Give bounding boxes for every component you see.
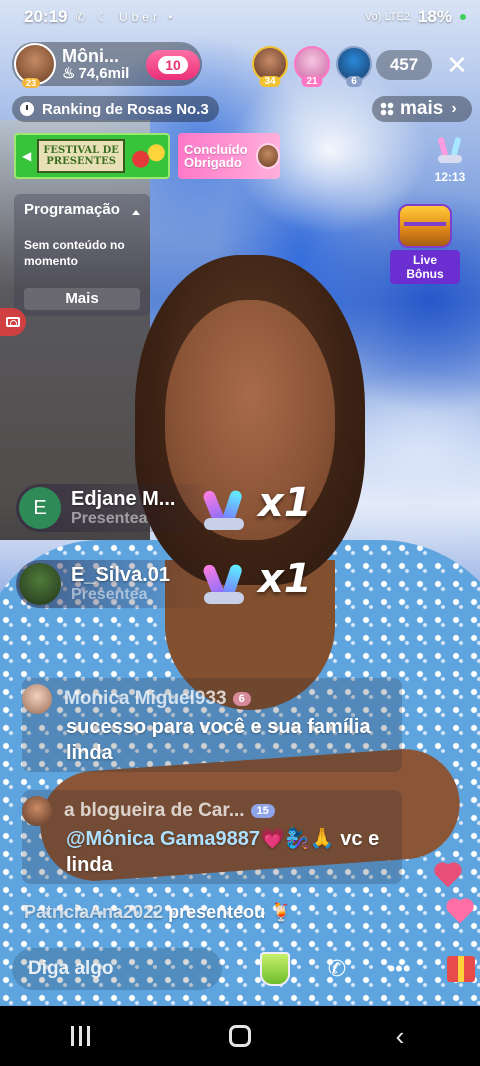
viewer-count[interactable]: 457 — [376, 50, 432, 80]
banner-avatar — [255, 143, 280, 169]
more-button[interactable]: mais › — [372, 96, 472, 122]
chat-mention[interactable]: @Mônica Gama9887 — [66, 828, 260, 850]
gifter-avatar[interactable]: E — [19, 487, 61, 529]
status-time: 20:19 — [24, 7, 68, 26]
follow-button[interactable]: 10 — [146, 50, 200, 80]
close-icon[interactable]: ✕ — [442, 50, 472, 80]
concluido-text: Concluído Obrigado — [184, 142, 248, 170]
recent-apps-button[interactable] — [50, 1016, 110, 1056]
host-likes: ♨ 74,6mil — [62, 64, 130, 82]
rabbit-icon — [438, 137, 462, 163]
ranking-label: Ranking de Rosas No.3 — [42, 100, 209, 118]
chat-text: @Mônica Gama9887💗🧞‍♀️🙏 vc e linda — [66, 828, 380, 876]
more-label: mais — [400, 98, 444, 119]
treasure-chest-icon — [398, 204, 452, 248]
gift-icon — [447, 956, 475, 982]
host-details: Môni... ♨ 74,6mil — [62, 45, 130, 82]
chat-username[interactable]: a blogueira de Car... — [64, 800, 245, 822]
host-avatar[interactable]: 23 — [14, 43, 56, 88]
follow-badge-count: 10 — [158, 56, 188, 74]
rabbit-timer[interactable]: 12:13 — [430, 135, 470, 184]
gifter-name: E_Silva.01 — [71, 564, 170, 587]
chat-avatar[interactable] — [22, 796, 52, 826]
cup-gift-icon: 🍹 — [270, 902, 293, 922]
gift-notification: E_Silva.01 Presentea — [16, 560, 221, 608]
chevron-right-icon: › — [451, 100, 457, 117]
program-more-button[interactable]: Mais — [24, 288, 140, 310]
host-name: Môni... — [62, 45, 119, 66]
wand-gift-icon — [196, 552, 252, 604]
status-right: Vo) LTE2 18% — [365, 7, 466, 27]
gift-multiplier: x1 — [258, 556, 312, 602]
home-icon — [229, 1025, 251, 1047]
gift-notification: E Edjane M... Presentea — [16, 484, 221, 532]
live-bonus[interactable]: Live Bônus — [390, 204, 460, 284]
gifts-icon — [129, 140, 168, 172]
bottom-actions: ✆ ••• — [254, 948, 480, 990]
user-level-badge: 6 — [232, 692, 251, 706]
user-level-badge: 15 — [250, 804, 275, 818]
recents-icon — [70, 1026, 90, 1046]
collapse-icon[interactable] — [132, 210, 140, 215]
privacy-dot-icon — [460, 14, 466, 20]
gifter-avatar[interactable] — [19, 563, 61, 605]
festival-sign: FESTIVAL DE PRESENTES — [37, 139, 126, 173]
program-content: Sem conteúdo no momento — [24, 238, 125, 268]
arrow-left-icon[interactable]: ◀ — [22, 149, 31, 163]
comment-input[interactable]: Diga algo — [12, 948, 222, 990]
flame-icon: ♨ — [62, 64, 76, 82]
program-title: Programação — [24, 202, 120, 218]
more-options-button[interactable]: ••• — [378, 948, 420, 990]
home-button[interactable] — [210, 1016, 270, 1056]
chat-text: sucesso para você e sua família linda — [66, 716, 371, 764]
call-button[interactable]: ✆ — [316, 948, 358, 990]
festival-banner[interactable]: ◀ FESTIVAL DE PRESENTES — [14, 133, 170, 179]
ellipsis-icon: ••• — [387, 956, 411, 981]
host-level-badge: 23 — [22, 78, 41, 88]
grid-icon — [380, 102, 394, 116]
viewer-avatar[interactable]: 34 — [252, 46, 288, 87]
gift-action: Presentea — [71, 510, 148, 528]
notification-icons: ✆ ☾ Uber • — [75, 10, 177, 24]
status-bar: 20:19 ✆ ☾ Uber • Vo) LTE2 18% — [0, 0, 480, 34]
gift-cup-button[interactable] — [254, 948, 296, 990]
chat-username[interactable]: Monica Miguel933 — [64, 688, 227, 710]
chat-message[interactable]: a blogueira de Car... 15 @Mônica Gama988… — [22, 790, 402, 884]
gift-button[interactable] — [440, 948, 480, 990]
top-viewers: 34 21 6 — [252, 46, 372, 87]
system-username[interactable]: PatriciaAna2022 — [24, 902, 163, 922]
gift-text: Edjane M... Presentea — [71, 488, 175, 528]
battery-level: 18% — [417, 7, 452, 26]
clock-icon — [20, 102, 34, 116]
back-button[interactable]: ‹ — [370, 1016, 430, 1056]
timer-text: 12:13 — [434, 170, 466, 184]
viewer-avatar[interactable]: 21 — [294, 46, 330, 87]
chat-message[interactable]: Monica Miguel933 6 sucesso para você e s… — [22, 678, 402, 772]
ranking-pill[interactable]: Ranking de Rosas No.3 — [12, 96, 219, 122]
cup-icon — [260, 952, 290, 986]
viewer-avatar[interactable]: 6 — [336, 46, 372, 87]
gift-system-message: PatriciaAna2022 presenteou 🍹 — [24, 902, 293, 923]
phone-icon: ✆ — [327, 956, 347, 981]
wand-gift-icon — [196, 478, 252, 530]
network-indicator: Vo) LTE2 — [364, 11, 410, 23]
system-nav-bar: ‹ — [0, 1006, 480, 1066]
gift-action: Presentea — [71, 586, 148, 604]
gift-multiplier: x1 — [258, 480, 312, 526]
concluido-banner[interactable]: Concluído Obrigado — [178, 133, 280, 179]
live-bonus-label: Live Bônus — [390, 250, 460, 284]
gifter-name: Edjane M... — [71, 488, 176, 511]
program-panel[interactable]: Programação Sem conteúdo no momento Mais — [14, 194, 150, 316]
system-action: presenteou — [168, 902, 266, 922]
gift-text: E_Silva.01 Presentea — [71, 564, 170, 604]
back-icon: ‹ — [395, 1020, 405, 1051]
chat-avatar[interactable] — [22, 684, 52, 714]
